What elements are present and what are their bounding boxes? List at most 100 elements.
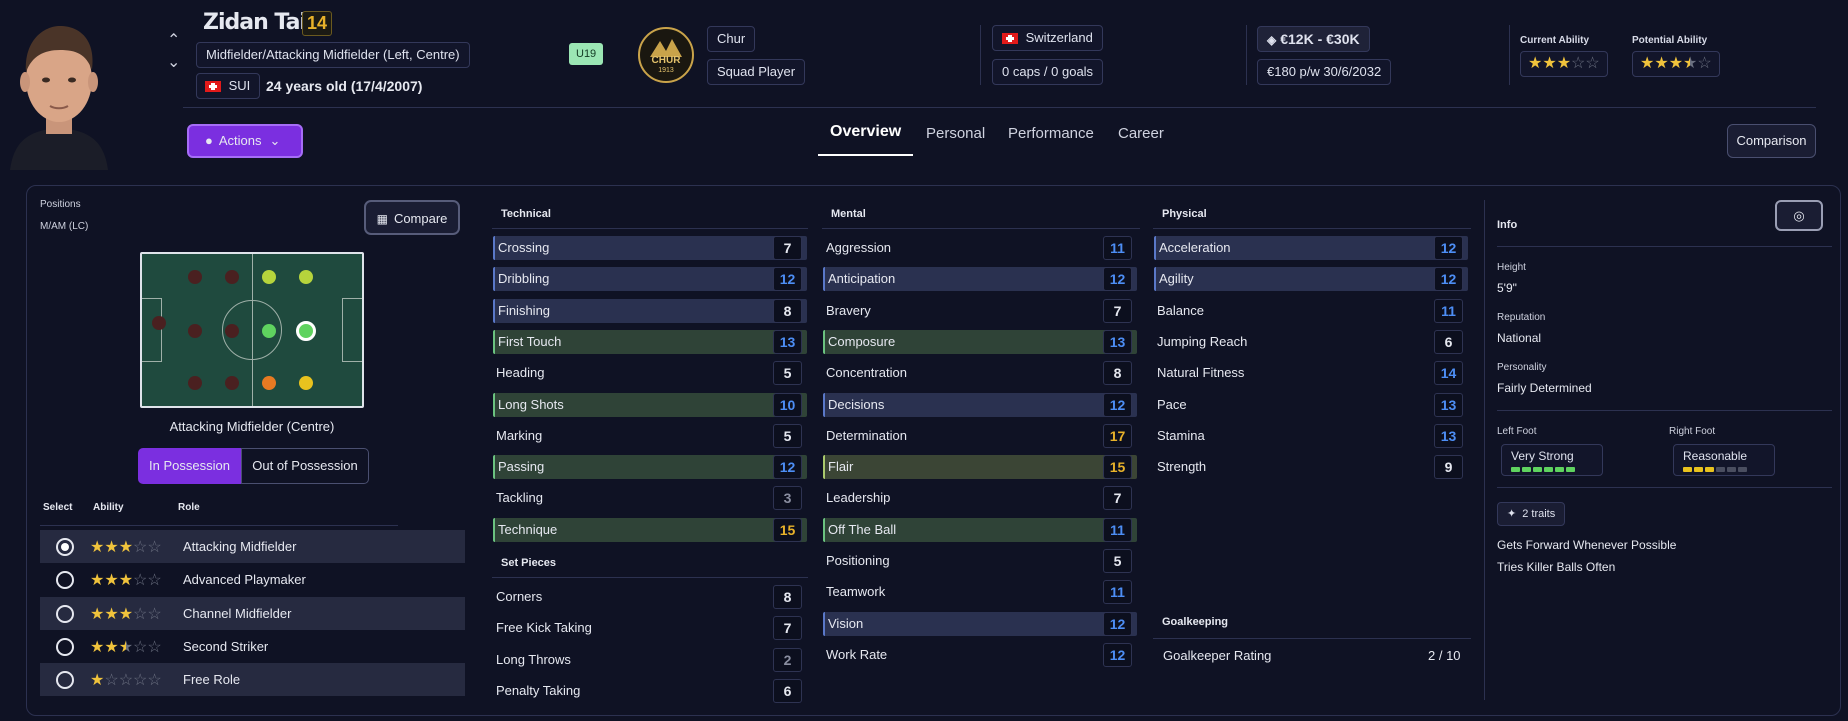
out-of-possession-toggle[interactable]: Out of Possession [241,448,369,484]
actions-button[interactable]: ● Actions ⌄ [187,124,303,158]
role-row[interactable]: ★★★☆☆ Attacking Midfielder [40,530,465,563]
attribute-row[interactable]: Aggression 11 [820,233,1140,263]
potential-ability-label: Potential Ability [1632,35,1708,46]
attribute-row[interactable]: Natural Fitness 14 [1151,358,1471,388]
attribute-row[interactable]: Determination 17 [820,421,1140,451]
attribute-row[interactable]: Corners 8 [490,582,810,612]
info-divider-line [1497,410,1832,411]
roles-header-select: Select [43,502,73,513]
attribute-name: First Touch [493,329,807,354]
attribute-value: 7 [1103,298,1132,323]
attribute-row[interactable]: Long Throws 2 [490,645,810,675]
section-divider [1153,638,1471,639]
position-dot [225,324,239,338]
traits-button[interactable]: ✦ 2 traits [1497,502,1566,526]
tab-performance[interactable]: Performance [1008,125,1094,142]
comparison-button[interactable]: Comparison [1727,124,1816,158]
attribute-row[interactable]: Positioning 5 [820,546,1140,576]
section-divider [492,577,808,578]
attribute-value: 12 [1434,267,1463,292]
divider [980,25,981,85]
role-radio[interactable] [56,637,74,656]
roles-header-ability: Ability [93,502,124,513]
role-stars: ★★★☆☆ [90,605,162,623]
attribute-row[interactable]: Passing 12 [490,452,810,482]
person-icon: ● [205,133,213,148]
role-name: Channel Midfielder [183,606,292,621]
compare-button[interactable]: ▦ Compare [364,200,460,235]
next-player-arrow[interactable]: ⌄ [167,52,180,72]
attribute-row[interactable]: Tackling 3 [490,483,810,513]
attribute-value: 12 [1103,392,1132,417]
caps-goals: 0 caps / 0 goals [992,59,1104,85]
role-radio[interactable] [56,537,74,556]
chevron-down-icon: ⌄ [269,133,281,148]
attribute-row[interactable]: Pace 13 [1151,390,1471,420]
position-dot [299,270,313,284]
club-name[interactable]: Chur [707,26,756,52]
role-radio[interactable] [56,570,74,589]
attribute-row[interactable]: Marking 5 [490,421,810,451]
attribute-row[interactable]: Anticipation 12 [820,264,1140,294]
role-radio[interactable] [56,604,74,623]
attribute-name: Balance [1157,302,1204,318]
attribute-value: 7 [773,616,802,641]
attribute-row[interactable]: Work Rate 12 [820,640,1140,670]
nation-link[interactable]: Switzerland [992,25,1103,51]
attribute-row[interactable]: Composure 13 [820,327,1140,357]
attribute-row[interactable]: Balance 11 [1151,296,1471,326]
club-badge-text: CHUR [651,55,681,66]
header-divider [183,107,1816,108]
in-possession-toggle[interactable]: In Possession [138,448,241,484]
attribute-row[interactable]: Vision 12 [820,609,1140,639]
attribute-row[interactable]: Penalty Taking 6 [490,676,810,706]
attribute-row[interactable]: Dribbling 12 [490,264,810,294]
attribute-row[interactable]: Finishing 8 [490,296,810,326]
tab-career[interactable]: Career [1118,125,1164,142]
role-row[interactable]: ★☆☆☆☆ Free Role [40,663,465,696]
nationality-badge: SUI [196,73,261,99]
attribute-row[interactable]: Crossing 7 [490,233,810,263]
compare-icon: ▦ [376,212,388,226]
attribute-row[interactable]: Acceleration 12 [1151,233,1471,263]
attribute-row[interactable]: Technique 15 [490,515,810,545]
attribute-row[interactable]: First Touch 13 [490,327,810,357]
attribute-row[interactable]: Leadership 7 [820,483,1140,513]
role-row[interactable]: ★★★☆☆ Channel Midfielder [40,597,465,630]
role-row[interactable]: ★★★☆☆ Advanced Playmaker [40,563,465,596]
attribute-row[interactable]: Decisions 12 [820,390,1140,420]
attribute-row[interactable]: Teamwork 11 [820,577,1140,607]
attribute-row[interactable]: Stamina 13 [1151,421,1471,451]
club-badge[interactable]: CHUR 1913 [636,25,696,85]
swiss-flag-icon [205,81,221,93]
previous-player-arrow[interactable]: ⌃ [167,30,180,50]
attribute-row[interactable]: Long Shots 10 [490,390,810,420]
position-dot [225,270,239,284]
attribute-row[interactable]: Heading 5 [490,358,810,388]
attribute-row[interactable]: Concentration 8 [820,358,1140,388]
section-divider [1153,228,1471,229]
tab-personal[interactable]: Personal [926,125,985,142]
height-value: 5'9" [1497,281,1517,295]
nation-name: Switzerland [1025,30,1093,45]
attribute-row[interactable]: Free Kick Taking 7 [490,613,810,643]
attribute-row[interactable]: Agility 12 [1151,264,1471,294]
tab-overview[interactable]: Overview [830,123,901,141]
reputation-label: Reputation [1497,312,1546,323]
attribute-value: 11 [1103,517,1132,542]
attribute-row[interactable]: Flair 15 [820,452,1140,482]
info-settings-button[interactable]: ◎ [1775,200,1823,231]
attribute-row[interactable]: Jumping Reach 6 [1151,327,1471,357]
active-tab-underline [818,154,913,156]
attribute-value: 8 [773,298,802,323]
attribute-row[interactable]: Off The Ball 11 [820,515,1140,545]
attribute-row[interactable]: Strength 9 [1151,452,1471,482]
section-divider [492,228,808,229]
attribute-name: Natural Fitness [1157,365,1245,381]
attribute-row[interactable]: Bravery 7 [820,296,1140,326]
attribute-name: Flair [823,455,1137,480]
attribute-value: 15 [773,517,802,542]
role-radio[interactable] [56,670,74,689]
nation-code: SUI [228,78,251,93]
role-row[interactable]: ★★★☆☆ Second Striker [40,630,465,663]
